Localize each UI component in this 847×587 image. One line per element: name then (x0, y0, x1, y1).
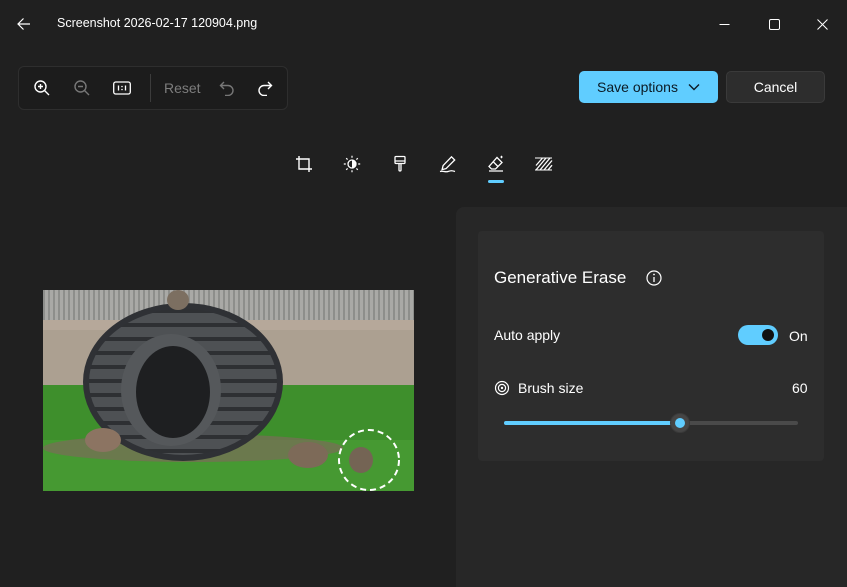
filter-brush-icon (394, 155, 406, 172)
tool-adjust[interactable] (340, 152, 364, 176)
zoom-in-button[interactable] (30, 76, 54, 100)
crop-icon (296, 156, 312, 172)
undo-icon (219, 81, 234, 96)
generative-erase-card (478, 231, 824, 461)
generative-erase-icon (488, 155, 503, 172)
slider-thumb-center (675, 418, 685, 428)
save-options-label: Save options (597, 79, 678, 95)
back-arrow-icon (17, 18, 30, 30)
brush-size-value: 60 (792, 380, 808, 396)
zoom-out-icon (74, 80, 90, 96)
slider-thumb[interactable] (670, 413, 690, 433)
tool-filter[interactable] (388, 152, 412, 176)
back-button[interactable] (12, 12, 36, 36)
close-icon (816, 18, 828, 30)
brush-size-icon (494, 380, 510, 396)
zoom-out-button[interactable] (70, 76, 94, 100)
cancel-button[interactable]: Cancel (726, 71, 825, 103)
tool-crop[interactable] (292, 152, 316, 176)
photo-image (43, 290, 414, 491)
auto-apply-state: On (789, 328, 808, 344)
toolbar-divider (150, 74, 151, 102)
panel-title: Generative Erase (494, 268, 627, 287)
selected-tool-indicator (488, 180, 504, 183)
tool-markup[interactable] (436, 152, 460, 176)
close-button[interactable] (806, 10, 838, 38)
tool-generative-erase[interactable] (484, 152, 508, 176)
minimize-icon (719, 23, 729, 25)
zoom-in-icon (34, 80, 50, 96)
reset-button[interactable]: Reset (164, 80, 201, 96)
brush-size-slider[interactable] (504, 413, 798, 433)
toggle-knob (762, 329, 774, 341)
brush-size-label: Brush size (518, 380, 584, 396)
auto-apply-toggle[interactable] (738, 325, 778, 345)
background-blur-icon (535, 157, 553, 171)
info-icon[interactable] (645, 269, 663, 287)
actual-size-button[interactable] (110, 76, 134, 100)
actual-size-icon (113, 81, 131, 95)
chevron-down-icon (688, 83, 700, 91)
save-options-button[interactable]: Save options (579, 71, 718, 103)
view-toolbar: Reset (18, 66, 288, 110)
title-bar: Screenshot 2026-02-17 120904.png (0, 0, 847, 48)
adjust-brightness-icon (343, 155, 361, 173)
minimize-button[interactable] (708, 10, 740, 38)
undo-button[interactable] (215, 76, 239, 100)
maximize-icon (768, 18, 780, 30)
auto-apply-label: Auto apply (494, 327, 561, 343)
photo-canvas[interactable] (43, 290, 414, 491)
maximize-button[interactable] (758, 10, 790, 38)
redo-button[interactable] (253, 76, 277, 100)
window-title: Screenshot 2026-02-17 120904.png (57, 16, 258, 30)
redo-icon (258, 81, 273, 96)
markup-pen-icon (439, 155, 456, 173)
tool-background-blur[interactable] (532, 152, 556, 176)
slider-fill (504, 421, 680, 425)
